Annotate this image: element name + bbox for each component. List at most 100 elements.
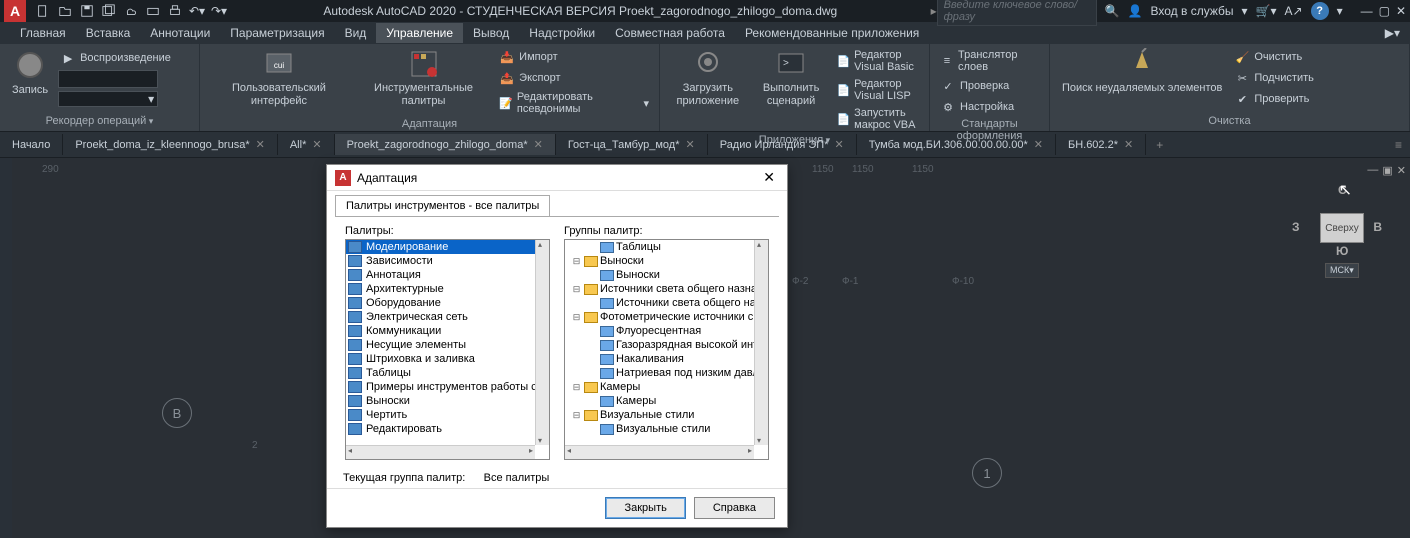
close-icon[interactable]: ✕	[1396, 4, 1406, 18]
palette-item[interactable]: Чертить	[346, 408, 535, 422]
palette-item[interactable]: Электрическая сеть	[346, 310, 535, 324]
tree-expander-icon[interactable]: ⊟	[571, 256, 582, 267]
group-tree-item[interactable]: Выноски	[565, 268, 754, 282]
tab-close-icon[interactable]: ✕	[256, 138, 265, 151]
panel-restore-icon[interactable]: ▣	[1382, 164, 1392, 177]
tab-close-icon[interactable]: ✕	[686, 138, 695, 151]
record-button[interactable]: Запись	[8, 46, 52, 99]
print-icon[interactable]	[166, 2, 184, 20]
viewcube-west[interactable]: З	[1292, 220, 1300, 234]
edit-aliases-button[interactable]: 📝Редактировать псевдонимы ▾	[497, 90, 651, 116]
infocenter-search[interactable]: Введите ключевое слово/фразу	[937, 0, 1097, 26]
audit-button[interactable]: ✔Проверить	[1232, 90, 1316, 108]
dialog-tab-palettes[interactable]: Палитры инструментов - все палитры	[335, 195, 550, 216]
playback-button[interactable]: ▶ Воспроизведение	[58, 49, 173, 67]
viewcube[interactable]: С Ю В З Сверху МСК▾	[1290, 178, 1390, 278]
menu-аннотации[interactable]: Аннотации	[140, 23, 220, 43]
close-button[interactable]: Закрыть	[605, 497, 685, 519]
run-script-button[interactable]: > Выполнить сценарий	[754, 46, 829, 110]
doc-tab[interactable]: БН.602.2*✕	[1056, 134, 1146, 155]
tab-close-icon[interactable]: ✕	[1034, 138, 1043, 151]
import-button[interactable]: 📥Импорт	[497, 48, 651, 66]
macro-combo-2[interactable]: ▾	[58, 91, 158, 107]
signin-icon[interactable]: 👤	[1128, 4, 1143, 18]
scrollbar-horizontal[interactable]	[346, 445, 535, 459]
app-store-icon[interactable]: A↗	[1285, 4, 1303, 18]
tab-close-icon[interactable]: ✕	[1124, 138, 1133, 151]
doc-tab[interactable]: Начало	[0, 134, 63, 155]
doc-tab[interactable]: Тумба мод.БИ.306.00.00.00.00*✕	[857, 134, 1056, 155]
signin-label[interactable]: Вход в службы	[1151, 4, 1234, 18]
doc-tab[interactable]: Радио Ирландия ЭП*✕	[708, 134, 857, 155]
check-button[interactable]: ✓Проверка	[938, 77, 1041, 95]
palette-item[interactable]: Коммуникации	[346, 324, 535, 338]
minimize-icon[interactable]: —	[1361, 4, 1373, 18]
redo-icon[interactable]: ↷▾	[210, 2, 228, 20]
group-tree-item[interactable]: Газоразрядная высокой инте	[565, 338, 754, 352]
palette-item[interactable]: Штриховка и заливка	[346, 352, 535, 366]
group-tree-item[interactable]: Натриевая под низким давле	[565, 366, 754, 380]
configure-button[interactable]: ⚙Настройка	[938, 98, 1041, 116]
tabs-overflow-icon[interactable]: ≡	[1387, 138, 1410, 152]
save-icon[interactable]	[78, 2, 96, 20]
help-button[interactable]: Справка	[694, 497, 775, 519]
scrollbar-vertical[interactable]	[754, 240, 768, 445]
load-app-button[interactable]: Загрузить приложение	[668, 46, 748, 110]
vbe-button[interactable]: 📄Редактор Visual Basic	[834, 48, 921, 74]
menu-вывод[interactable]: Вывод	[463, 23, 519, 43]
dialog-titlebar[interactable]: A Адаптация ✕	[327, 165, 787, 191]
featured-apps-icon[interactable]: ▶▾	[1385, 26, 1400, 40]
palette-item[interactable]: Таблицы	[346, 366, 535, 380]
menu-надстройки[interactable]: Надстройки	[519, 23, 605, 43]
group-tree-item[interactable]: ⊟Камеры	[565, 380, 754, 394]
tree-expander-icon[interactable]: ⊟	[571, 312, 582, 323]
groups-treeview[interactable]: Таблицы⊟ВыноскиВыноски⊟Источники света о…	[564, 239, 769, 460]
tool-palettes-button[interactable]: Инструментальные палитры	[356, 46, 491, 110]
doc-tab[interactable]: Proekt_zagorodnogo_zhilogo_doma*✕	[335, 134, 556, 155]
group-tree-item[interactable]: Камеры	[565, 394, 754, 408]
cart-icon[interactable]: 🛒▾	[1256, 4, 1277, 18]
viewcube-wcs[interactable]: МСК▾	[1325, 263, 1359, 278]
panel-recorder[interactable]: Рекордер операций	[8, 113, 191, 129]
group-tree-item[interactable]: ⊟Выноски	[565, 254, 754, 268]
group-tree-item[interactable]: Флуоресцентная	[565, 324, 754, 338]
tree-expander-icon[interactable]: ⊟	[571, 284, 582, 295]
group-tree-item[interactable]: ⊟Фотометрические источники све	[565, 310, 754, 324]
maximize-icon[interactable]: ▢	[1379, 4, 1390, 18]
tab-close-icon[interactable]: ✕	[834, 138, 843, 151]
menu-параметризация[interactable]: Параметризация	[220, 23, 334, 43]
menu-совместная работа[interactable]: Совместная работа	[605, 23, 735, 43]
viewcube-north[interactable]: С	[1338, 183, 1347, 197]
dialog-close-icon[interactable]: ✕	[759, 169, 779, 186]
help-icon[interactable]: ?	[1311, 2, 1329, 20]
palette-item[interactable]: Моделирование	[346, 240, 535, 254]
panel-close-icon[interactable]: ✕	[1397, 164, 1406, 177]
palette-item[interactable]: Несущие элементы	[346, 338, 535, 352]
group-tree-item[interactable]: ⊟Визуальные стили	[565, 408, 754, 422]
scrollbar-horizontal[interactable]	[565, 445, 754, 459]
panel-minimize-icon[interactable]: —	[1367, 164, 1378, 177]
scrollbar-vertical[interactable]	[535, 240, 549, 445]
doc-tab[interactable]: Proekt_doma_iz_kleennogo_brusa*✕	[63, 134, 278, 155]
group-tree-item[interactable]: ⊟Источники света общего назнач	[565, 282, 754, 296]
search-icon[interactable]: 🔍	[1105, 4, 1120, 18]
palette-item[interactable]: Оборудование	[346, 296, 535, 310]
doc-tab[interactable]: All*✕	[278, 134, 335, 155]
app-logo[interactable]: A	[4, 0, 26, 22]
viewcube-top[interactable]: Сверху	[1320, 213, 1364, 243]
tab-close-icon[interactable]: ✕	[312, 138, 321, 151]
doc-tab[interactable]: Гост-ца_Тамбур_мод*✕	[556, 134, 708, 155]
menu-рекомендованные приложения[interactable]: Рекомендованные приложения	[735, 23, 929, 43]
plot-icon[interactable]	[144, 2, 162, 20]
viewcube-south[interactable]: Ю	[1336, 244, 1348, 258]
macro-combo[interactable]	[58, 70, 158, 88]
saveall-icon[interactable]	[100, 2, 118, 20]
vle-button[interactable]: 📄Редактор Visual LISP	[834, 77, 921, 103]
export-button[interactable]: 📤Экспорт	[497, 69, 651, 87]
new-icon[interactable]	[34, 2, 52, 20]
palette-item[interactable]: Аннотация	[346, 268, 535, 282]
layer-translator-button[interactable]: ≡Транслятор слоев	[938, 48, 1041, 74]
palette-item[interactable]: Примеры инструментов работы с ко	[346, 380, 535, 394]
group-tree-item[interactable]: Накаливания	[565, 352, 754, 366]
group-tree-item[interactable]: Источники света общего наз	[565, 296, 754, 310]
